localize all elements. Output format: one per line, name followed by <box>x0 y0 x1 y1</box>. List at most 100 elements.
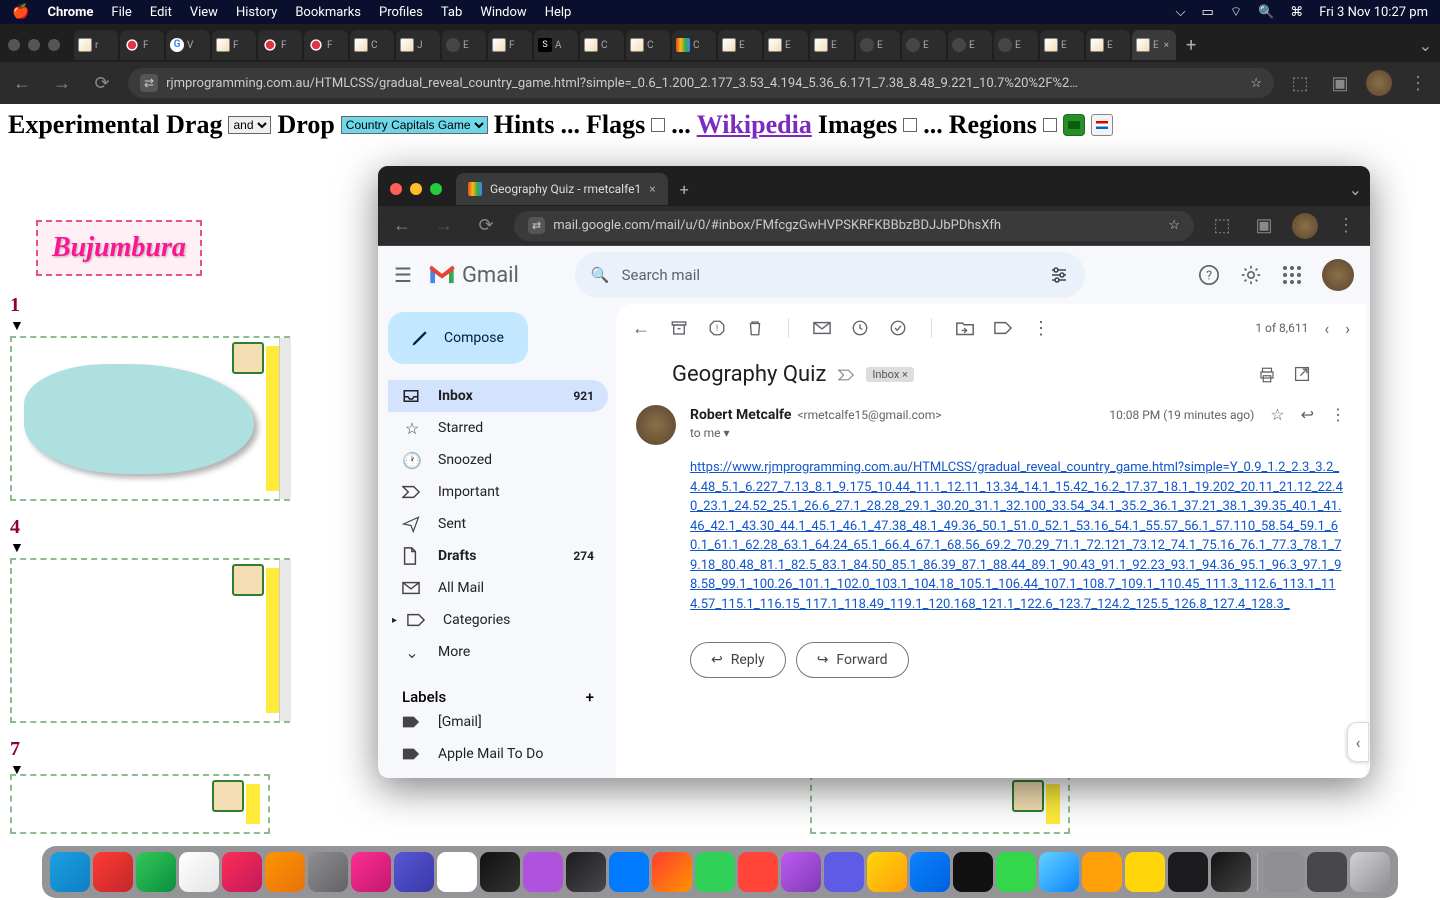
hamburger-menu-icon[interactable]: ☰ <box>394 263 412 287</box>
chrome-menu-icon[interactable]: ⋮ <box>1404 73 1432 94</box>
recipient-line[interactable]: to me ▾ <box>690 426 1346 440</box>
menu-bookmarks[interactable]: Bookmarks <box>295 5 361 20</box>
dock-app[interactable] <box>910 852 950 892</box>
browser-tab-active[interactable]: Geography Quiz - rmetcalfe1 × <box>456 173 668 205</box>
sidebar-item-allmail[interactable]: All Mail <box>388 572 608 604</box>
address-bar[interactable]: ⇄ mail.google.com/mail/u/0/#inbox/FMfcgz… <box>514 211 1194 241</box>
card-expand-icon[interactable]: ▼ <box>10 317 290 334</box>
battery-icon[interactable]: ▭ <box>1202 5 1214 20</box>
dock-app[interactable] <box>609 852 649 892</box>
profile-avatar[interactable] <box>1292 213 1318 239</box>
dock-app[interactable] <box>695 852 735 892</box>
browser-tab[interactable]: F <box>304 30 348 60</box>
browser-tab[interactable]: E <box>810 30 854 60</box>
spam-icon[interactable]: ! <box>708 319 726 337</box>
message-menu-icon[interactable]: ⋮ <box>1330 405 1346 424</box>
browser-tab[interactable]: SA <box>534 30 578 60</box>
more-actions-icon[interactable]: ⋮ <box>1032 318 1050 339</box>
menu-profiles[interactable]: Profiles <box>379 5 423 20</box>
dock-app[interactable] <box>652 852 692 892</box>
country-card[interactable] <box>810 772 1070 834</box>
control-center-icon[interactable]: ⌘ <box>1290 5 1303 20</box>
checkbox-regions[interactable] <box>1043 118 1057 132</box>
country-card[interactable] <box>10 772 270 834</box>
dock-app[interactable] <box>222 852 262 892</box>
address-bar[interactable]: ⇄ rjmprogramming.com.au/HTMLCSS/gradual_… <box>128 68 1274 98</box>
support-icon[interactable]: ? <box>1198 264 1220 286</box>
sidebar-item-inbox[interactable]: Inbox921 <box>388 380 608 412</box>
card-expand-icon[interactable]: ▼ <box>10 539 290 556</box>
wikipedia-link[interactable]: Wikipedia <box>697 110 812 140</box>
message-link[interactable]: https://www.rjmprogramming.com.au/HTMLCS… <box>690 460 1343 612</box>
menu-edit[interactable]: Edit <box>150 5 172 20</box>
browser-tab[interactable]: E <box>718 30 762 60</box>
account-avatar[interactable] <box>1322 259 1354 291</box>
new-tab-button[interactable]: + <box>680 180 689 199</box>
reload-button[interactable]: ⟳ <box>472 215 500 236</box>
country-card[interactable]: 1 ▼ <box>10 294 290 501</box>
app-name[interactable]: Chrome <box>47 5 93 20</box>
browser-tab[interactable]: J <box>396 30 440 60</box>
search-bar[interactable]: 🔍 Search mail <box>575 252 1085 298</box>
dock-app[interactable] <box>824 852 864 892</box>
note-icon[interactable] <box>212 780 244 812</box>
browser-tab[interactable]: F <box>258 30 302 60</box>
sidebar-item-important[interactable]: Important <box>388 476 608 508</box>
scrollbar[interactable] <box>279 338 291 499</box>
checkbox-images[interactable] <box>903 118 917 132</box>
capital-name-box[interactable]: Bujumbura <box>36 220 202 276</box>
profile-avatar[interactable] <box>1366 70 1392 96</box>
action-button-green[interactable] <box>1063 114 1085 136</box>
close-tab-icon[interactable]: × <box>649 182 655 196</box>
browser-tab[interactable]: E <box>1040 30 1084 60</box>
prev-message-icon[interactable]: ‹ <box>1324 319 1329 338</box>
menu-file[interactable]: File <box>111 5 131 20</box>
reply-button[interactable]: ↩Reply <box>690 642 786 678</box>
dock-app[interactable] <box>781 852 821 892</box>
dock-app[interactable] <box>523 852 563 892</box>
browser-tab[interactable]: F <box>120 30 164 60</box>
select-game-mode[interactable]: Country Capitals Game <box>341 116 488 134</box>
browser-tab[interactable]: F <box>488 30 532 60</box>
wifi-icon[interactable]: ⌔ <box>1230 4 1242 20</box>
sidebar-item-sent[interactable]: Sent <box>388 508 608 540</box>
add-task-icon[interactable] <box>889 319 907 337</box>
next-message-icon[interactable]: › <box>1345 319 1350 338</box>
dock-app[interactable] <box>867 852 907 892</box>
select-conjunction[interactable]: and <box>228 116 271 134</box>
bluetooth-icon[interactable]: ⌵ <box>1176 5 1186 20</box>
search-options-icon[interactable] <box>1049 265 1069 285</box>
move-to-icon[interactable] <box>956 320 974 336</box>
note-icon[interactable] <box>232 564 264 596</box>
browser-tab[interactable]: E <box>902 30 946 60</box>
clock[interactable]: Fri 3 Nov 10:27 pm <box>1319 5 1428 20</box>
dock-app[interactable] <box>437 852 477 892</box>
bookmark-star-icon[interactable]: ☆ <box>1250 76 1262 91</box>
back-button[interactable]: ← <box>8 73 36 94</box>
country-card[interactable]: 4 ▼ <box>10 516 290 723</box>
browser-tab[interactable]: E <box>948 30 992 60</box>
dock-app[interactable] <box>738 852 778 892</box>
dock-app[interactable] <box>1168 852 1208 892</box>
forward-button[interactable]: → <box>48 73 76 94</box>
site-info-icon[interactable]: ⇄ <box>528 217 545 234</box>
important-marker-icon[interactable] <box>838 369 854 381</box>
sidebar-item-starred[interactable]: ☆Starred <box>388 412 608 444</box>
browser-tab[interactable]: C <box>350 30 394 60</box>
dock-app[interactable] <box>1307 852 1347 892</box>
menu-help[interactable]: Help <box>545 5 572 20</box>
sidebar-item-more[interactable]: ⌄More <box>388 636 608 668</box>
browser-tab[interactable]: E <box>994 30 1038 60</box>
back-to-inbox-icon[interactable]: ← <box>632 318 650 339</box>
forward-button[interactable]: → <box>430 215 458 236</box>
dock-app[interactable] <box>308 852 348 892</box>
menu-view[interactable]: View <box>190 5 218 20</box>
window-controls[interactable] <box>390 183 442 195</box>
extensions-icon[interactable]: ⬚ <box>1208 215 1236 236</box>
sender-avatar[interactable] <box>636 405 676 445</box>
dock-app[interactable] <box>953 852 993 892</box>
dock-app[interactable] <box>480 852 520 892</box>
dock-app-finder[interactable] <box>50 852 90 892</box>
sidepanel-icon[interactable]: ▣ <box>1326 73 1354 94</box>
apps-grid-icon[interactable] <box>1282 265 1302 285</box>
